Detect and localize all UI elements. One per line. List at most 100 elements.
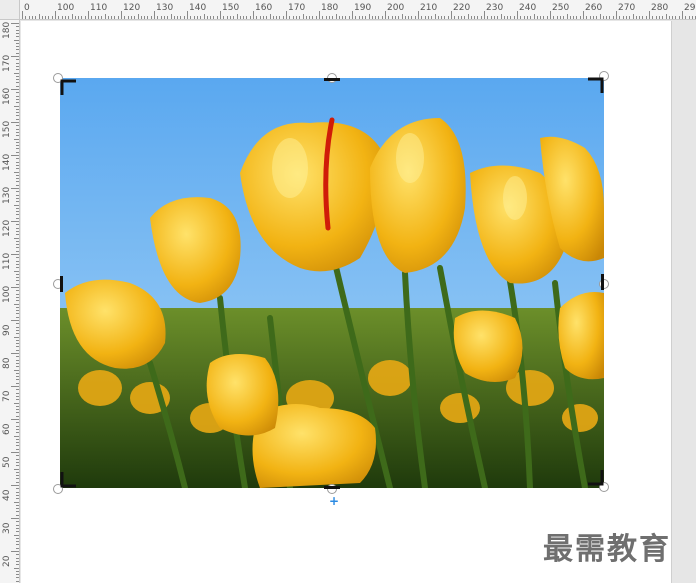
- ruler-top-minor-tick: [622, 16, 624, 19]
- ruler-top-minor-tick: [378, 16, 380, 19]
- ruler-top-minor-tick: [355, 16, 357, 19]
- crop-handle-bottom[interactable]: [324, 486, 340, 489]
- ruler-top-minor-tick: [375, 16, 377, 19]
- ruler-left-minor-tick: [14, 567, 19, 569]
- ruler-left-minor-tick: [16, 112, 19, 114]
- ruler-top-tick: [154, 11, 155, 19]
- ruler-top-label: 260: [585, 3, 603, 13]
- ruler-left-minor-tick: [16, 224, 19, 226]
- ruler-top-label: 120: [123, 3, 141, 13]
- crop-handle-right[interactable]: [601, 274, 604, 290]
- ruler-left-label: 120: [2, 219, 12, 237]
- ruler-left-minor-tick: [16, 465, 19, 467]
- ruler-left-minor-tick: [16, 59, 19, 61]
- ruler-left-minor-tick: [16, 69, 19, 71]
- ruler-left-tick: [11, 188, 19, 189]
- ruler-top-minor-tick: [391, 16, 393, 19]
- ruler-top-minor-tick: [342, 16, 344, 19]
- ruler-top-tick: [385, 11, 386, 19]
- ruler-left-minor-tick: [16, 329, 19, 331]
- ruler-top-minor-tick: [639, 16, 641, 19]
- ruler-top-minor-tick: [140, 16, 142, 19]
- ruler-top-minor-tick: [315, 16, 317, 19]
- ruler-top-minor-tick: [543, 16, 545, 19]
- vertical-ruler[interactable]: 180 170 160 150 140 130 120 110 100 90 80 70 60 50 40 3…: [0, 0, 20, 583]
- ruler-top-label: 280: [651, 3, 669, 13]
- horizontal-ruler[interactable]: 0 100 110 120 130 140 150 160 170 180 190 200 210 220…: [0, 0, 696, 20]
- ruler-top-minor-tick: [289, 16, 291, 19]
- ruler-top-minor-tick: [170, 14, 172, 19]
- ruler-left-minor-tick: [16, 560, 19, 562]
- ruler-left-minor-tick: [16, 244, 19, 246]
- ruler-top-minor-tick: [510, 16, 512, 19]
- crop-handle-top-right[interactable]: [588, 77, 604, 93]
- ruler-top-minor-tick: [203, 14, 205, 19]
- crop-handle-bottom-left[interactable]: [60, 472, 76, 488]
- crop-handle-bottom-right[interactable]: [588, 470, 604, 486]
- ruler-left-minor-tick: [16, 62, 19, 64]
- ruler-top-minor-tick: [427, 16, 429, 19]
- ruler-left-minor-tick: [16, 366, 19, 368]
- ruler-top-minor-tick: [279, 16, 281, 19]
- ruler-left-minor-tick: [16, 283, 19, 285]
- ruler-top-minor-tick: [441, 16, 443, 19]
- ruler-top-minor-tick: [487, 16, 489, 19]
- crop-handle-top[interactable]: [324, 78, 340, 81]
- ruler-left-minor-tick: [16, 442, 19, 444]
- ruler-left-minor-tick: [16, 379, 19, 381]
- ruler-left-minor-tick: [16, 75, 19, 77]
- ruler-top-minor-tick: [533, 14, 535, 19]
- ruler-left-minor-tick: [14, 204, 19, 206]
- ruler-top-tick: [616, 11, 617, 19]
- rotate-handle[interactable]: +: [329, 494, 339, 508]
- ruler-left-minor-tick: [16, 395, 19, 397]
- ruler-top-minor-tick: [434, 14, 436, 19]
- ruler-top-minor-tick: [243, 16, 245, 19]
- ruler-top-minor-tick: [672, 16, 674, 19]
- ruler-left-minor-tick: [16, 79, 19, 81]
- ruler-left-tick: [11, 551, 19, 552]
- tulip-photo[interactable]: [60, 78, 604, 488]
- ruler-left-minor-tick: [16, 26, 19, 28]
- ruler-left-minor-tick: [16, 178, 19, 180]
- ruler-left-minor-tick: [16, 382, 19, 384]
- ruler-left-minor-tick: [16, 230, 19, 232]
- ruler-top-minor-tick: [513, 16, 515, 19]
- ruler-top-minor-tick: [658, 16, 660, 19]
- ruler-left-minor-tick: [14, 534, 19, 536]
- ruler-left-minor-tick: [16, 432, 19, 434]
- ruler-left-minor-tick: [16, 158, 19, 160]
- ruler-left-minor-tick: [16, 425, 19, 427]
- ruler-top-minor-tick: [299, 16, 301, 19]
- ruler-top-tick: [550, 11, 551, 19]
- ruler-top-minor-tick: [477, 16, 479, 19]
- ruler-left-minor-tick: [16, 313, 19, 315]
- ruler-top-minor-tick: [460, 16, 462, 19]
- crop-handle-left[interactable]: [60, 276, 63, 292]
- ruler-top-minor-tick: [61, 16, 63, 19]
- ruler-left-minor-tick: [16, 32, 19, 34]
- ruler-left-minor-tick: [16, 544, 19, 546]
- ruler-top-minor-tick: [526, 16, 528, 19]
- ruler-top-tick: [220, 11, 221, 19]
- ruler-left-minor-tick: [14, 237, 19, 239]
- ruler-left-minor-tick: [16, 296, 19, 298]
- ruler-top-tick: [121, 11, 122, 19]
- ruler-left-minor-tick: [16, 250, 19, 252]
- ruler-left-minor-tick: [16, 161, 19, 163]
- ruler-top-minor-tick: [388, 16, 390, 19]
- ruler-top-minor-tick: [553, 16, 555, 19]
- ruler-top-minor-tick: [398, 16, 400, 19]
- ruler-top-minor-tick: [437, 16, 439, 19]
- ruler-left-tick: [11, 254, 19, 255]
- ruler-left-label: 130: [2, 186, 12, 204]
- ruler-left-minor-tick: [16, 577, 19, 579]
- ruler-top-tick: [352, 11, 353, 19]
- ruler-top-minor-tick: [94, 16, 96, 19]
- ruler-top-minor-tick: [556, 16, 558, 19]
- ruler-left-minor-tick: [16, 372, 19, 374]
- crop-handle-top-left[interactable]: [60, 79, 76, 95]
- ruler-top-minor-tick: [64, 16, 66, 19]
- ruler-left-minor-tick: [16, 240, 19, 242]
- ruler-top-minor-tick: [662, 16, 664, 19]
